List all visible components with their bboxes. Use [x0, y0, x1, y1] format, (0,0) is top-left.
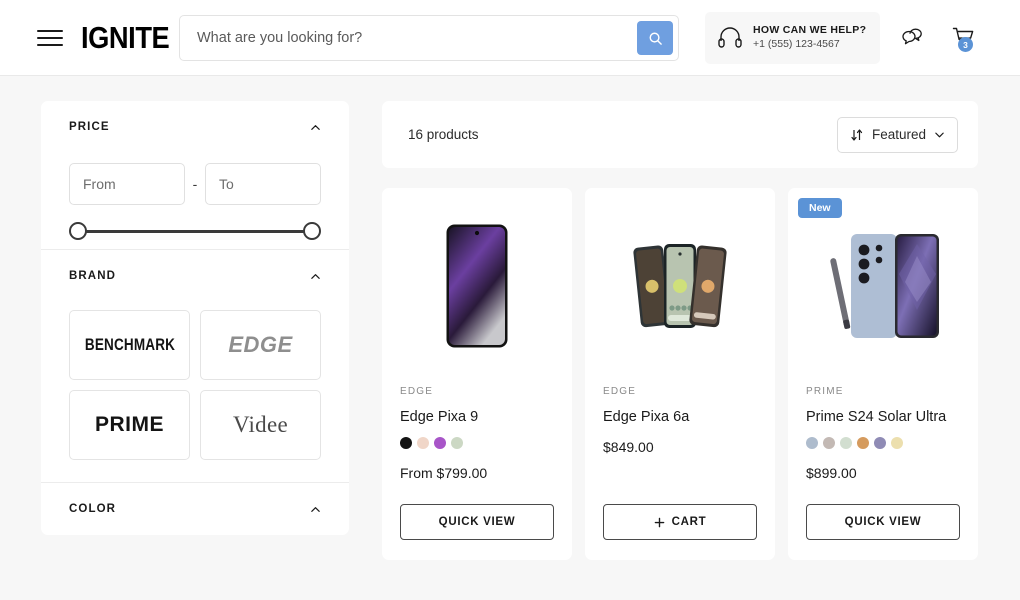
- product-name: Edge Pixa 9: [400, 409, 479, 425]
- color-swatches: [806, 437, 960, 450]
- color-swatch-periwinkle[interactable]: [874, 437, 886, 450]
- product-name: Prime S24 Solar Ultra: [806, 409, 947, 425]
- slider-track: [76, 230, 314, 233]
- product-count: 16 products: [408, 127, 479, 142]
- brand-option-videe[interactable]: Videe: [200, 390, 321, 460]
- filter-price-header[interactable]: PRICE: [69, 101, 321, 153]
- product-price: From $799.00: [400, 465, 488, 482]
- filter-color-header[interactable]: COLOR: [69, 483, 321, 535]
- filter-brand-header[interactable]: BRAND: [69, 250, 321, 302]
- product-card[interactable]: New PRIME Prime S24 Solar Ultra $899.00 …: [788, 188, 978, 560]
- brand-option-benchmark[interactable]: BENCHMARK: [69, 310, 190, 380]
- search-button[interactable]: [637, 21, 673, 55]
- cart-count-badge: 3: [958, 37, 973, 52]
- sort-arrows-icon: [851, 128, 863, 141]
- brand-label: EDGE: [228, 332, 293, 357]
- site-logo[interactable]: IGNITE: [81, 22, 170, 53]
- add-to-cart-button[interactable]: CART: [603, 504, 757, 540]
- chevron-up-icon[interactable]: [310, 504, 321, 515]
- page-root: IGNITE HOW CAN WE HELP? +1 (555) 123-456…: [0, 0, 1020, 600]
- help-contact-block[interactable]: HOW CAN WE HELP? +1 (555) 123-4567: [705, 12, 880, 64]
- color-swatch-amber[interactable]: [857, 437, 869, 450]
- brand-filter-grid: BENCHMARK EDGE PRIME Videe: [69, 310, 321, 460]
- product-price: $899.00: [806, 465, 857, 482]
- color-swatch-black[interactable]: [400, 437, 412, 450]
- quick-view-button[interactable]: QUICK VIEW: [806, 504, 960, 540]
- search-input[interactable]: [180, 16, 637, 60]
- color-swatches: [400, 437, 554, 450]
- product-brand: PRIME: [806, 386, 844, 397]
- product-grid: EDGE Edge Pixa 9 From $799.00 QUICK VIEW: [382, 188, 978, 560]
- filters-sidebar: PRICE - BRAND: [41, 101, 349, 535]
- button-label: QUICK VIEW: [844, 516, 922, 528]
- chat-button[interactable]: [896, 22, 926, 52]
- color-swatch-cream[interactable]: [891, 437, 903, 450]
- filter-price-title: PRICE: [69, 121, 110, 133]
- product-brand: EDGE: [400, 386, 434, 397]
- price-from-input[interactable]: [69, 163, 185, 205]
- color-swatch-sage[interactable]: [451, 437, 463, 450]
- button-label: QUICK VIEW: [438, 516, 516, 528]
- search-icon: [649, 32, 662, 45]
- brand-option-prime[interactable]: PRIME: [69, 390, 190, 460]
- two-phones-stylus-image: [830, 234, 939, 338]
- hamburger-menu-icon[interactable]: [37, 29, 63, 46]
- price-to-input[interactable]: [205, 163, 321, 205]
- color-swatch-purple[interactable]: [434, 437, 446, 450]
- price-range-inputs: -: [69, 163, 321, 205]
- help-phone: +1 (555) 123-4567: [753, 38, 840, 51]
- product-brand: EDGE: [603, 386, 637, 397]
- price-range-slider[interactable]: [69, 213, 321, 249]
- color-swatch-mint[interactable]: [840, 437, 852, 450]
- slider-handle-max[interactable]: [303, 222, 321, 240]
- chevron-down-icon: [935, 132, 944, 138]
- button-label: CART: [671, 516, 707, 528]
- product-price: $849.00: [603, 439, 654, 456]
- color-swatch-peach[interactable]: [417, 437, 429, 450]
- product-image: [603, 188, 757, 384]
- sort-dropdown[interactable]: Featured: [836, 116, 958, 153]
- product-card[interactable]: EDGE Edge Pixa 9 From $799.00 QUICK VIEW: [382, 188, 572, 560]
- product-image: [400, 188, 554, 384]
- results-toolbar: 16 products Featured: [382, 101, 978, 168]
- brand-label: Videe: [232, 412, 289, 437]
- headset-icon: [718, 27, 742, 48]
- sort-value: Featured: [871, 127, 926, 142]
- filter-section-color: COLOR: [41, 482, 349, 535]
- brand-label: PRIME: [94, 413, 164, 436]
- product-card[interactable]: EDGE Edge Pixa 6a $849.00 CART: [585, 188, 775, 560]
- search-bar: [179, 15, 679, 61]
- help-title: HOW CAN WE HELP?: [753, 24, 867, 37]
- filter-section-price: PRICE -: [41, 101, 349, 249]
- plus-icon: [654, 517, 664, 527]
- new-badge: New: [798, 198, 842, 218]
- chat-bubble-icon: [902, 28, 922, 45]
- black-phone-image: [446, 224, 508, 348]
- filter-brand-title: BRAND: [69, 270, 117, 282]
- filter-color-title: COLOR: [69, 503, 117, 515]
- slider-handle-min[interactable]: [69, 222, 87, 240]
- chevron-up-icon[interactable]: [310, 271, 321, 282]
- color-swatch-blue-gray[interactable]: [806, 437, 818, 450]
- brand-label: BENCHMARK: [84, 335, 175, 354]
- chevron-up-icon[interactable]: [310, 122, 321, 133]
- price-range-separator: -: [192, 176, 198, 192]
- product-name: Edge Pixa 6a: [603, 409, 690, 425]
- brand-option-edge[interactable]: EDGE: [200, 310, 321, 380]
- quick-view-button[interactable]: QUICK VIEW: [400, 504, 554, 540]
- filter-section-brand: BRAND BENCHMARK EDGE PRIME Videe: [41, 249, 349, 460]
- color-swatch-taupe[interactable]: [823, 437, 835, 450]
- site-header: IGNITE HOW CAN WE HELP? +1 (555) 123-456…: [0, 0, 1020, 76]
- three-phones-image: [633, 244, 727, 328]
